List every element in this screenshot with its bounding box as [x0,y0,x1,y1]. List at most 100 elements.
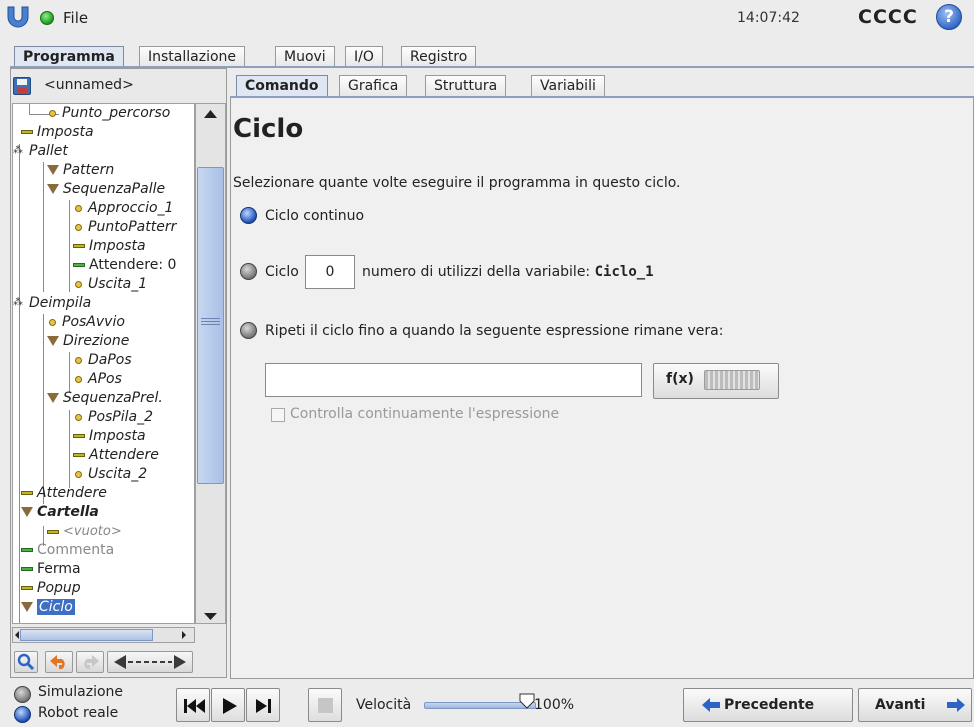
radio-expression[interactable] [240,322,257,339]
tab-installazione[interactable]: Installazione [139,46,246,68]
play-button[interactable] [211,688,245,722]
tree-node[interactable]: Attendere: 0 [73,256,176,275]
file-menu[interactable]: File [63,9,88,27]
continuous-check-checkbox[interactable] [271,408,285,422]
move-icon [114,655,186,669]
waypoint-icon [49,318,56,326]
tree-node[interactable]: Imposta [73,427,146,446]
tree-node[interactable]: SequenzaPrel. [47,389,163,408]
skip-back-icon [184,699,205,713]
tree-node[interactable]: PosAvvio [47,313,125,332]
radio-continuous[interactable] [240,207,257,224]
arrow-left-icon [702,698,720,712]
tree-node[interactable]: Direzione [47,332,129,351]
radio-expression-label: Ripeti il ciclo fino a quando la seguent… [265,323,724,339]
clock: 14:07:42 [737,10,800,26]
tree-node[interactable]: <vuoto> [47,522,122,541]
simulation-label: Simulazione [38,684,124,700]
folder-triangle-icon [21,507,33,517]
radio-continuous-label: Ciclo continuo [265,208,365,224]
speed-slider-knob-icon[interactable] [519,693,535,709]
tree-node[interactable]: Ferma [21,560,81,579]
previous-button[interactable]: Precedente [683,688,853,722]
tree-node[interactable]: SequenzaPalle [47,180,165,199]
save-icon[interactable] [13,77,31,95]
tab-io[interactable]: I/O [345,46,383,68]
popup-icon [21,586,33,590]
tree-node[interactable]: Cartella [21,503,99,522]
tree-node[interactable]: Approccio_1 [73,199,173,218]
tree-node[interactable]: PuntoPatterr [73,218,176,237]
tree-node[interactable]: Imposta [73,237,146,256]
redo-icon [84,655,99,669]
tree-node[interactable]: DaPos [73,351,132,370]
next-label: Avanti [875,697,926,713]
scroll-down-icon[interactable] [197,607,224,625]
tab-muovi[interactable]: Muovi [275,46,335,68]
sub-tabs-divider [230,96,974,98]
tree-node[interactable]: APos [73,370,122,389]
tree-node[interactable]: PosPila_2 [73,408,153,427]
stop-icon [318,698,333,713]
tab-comando[interactable]: Comando [236,75,328,97]
scroll-left-icon[interactable] [13,629,21,641]
tree-node[interactable]: Attendere [73,446,159,465]
set-icon [21,130,33,134]
folder-triangle-icon [21,602,33,612]
radio-simulation[interactable] [14,686,31,703]
wait-icon [73,453,85,457]
move-button[interactable] [107,651,193,673]
tab-grafica[interactable]: Grafica [339,75,408,97]
tree-node[interactable]: Punto_percorso [47,104,170,123]
stop-button[interactable] [308,688,342,722]
folder-triangle-icon [47,336,59,346]
wait-icon [21,491,33,495]
variable-name: Ciclo_1 [594,264,654,280]
speed-value: 100% [534,697,575,713]
skip-back-button[interactable] [176,688,210,722]
waypoint-icon [75,413,82,421]
expression-input[interactable] [265,363,642,397]
folder-triangle-icon [47,184,59,194]
hscroll-thumb[interactable] [20,629,153,641]
tree-node-selected[interactable]: Ciclo [21,598,75,617]
set-icon [73,244,85,248]
next-button[interactable]: Avanti [858,688,972,722]
waypoint-icon [49,109,56,117]
waypoint-icon [75,204,82,212]
folder-triangle-icon [47,165,59,175]
tree-node[interactable]: Pattern [47,161,114,180]
tree-node[interactable]: Popup [21,579,81,598]
tab-registro[interactable]: Registro [401,46,477,68]
radio-count-label: Ciclo [265,264,299,280]
radio-count[interactable] [240,263,257,280]
scroll-right-icon[interactable] [180,629,188,641]
redo-button[interactable] [76,651,104,673]
top-bar [0,0,974,34]
tab-struttura[interactable]: Struttura [425,75,507,97]
wait-icon [73,263,85,267]
tree-node[interactable]: Uscita_2 [73,465,147,484]
keyboard-icon [704,370,760,390]
tree-node[interactable]: Imposta [21,123,94,142]
undo-button[interactable] [45,651,73,673]
search-icon [17,653,35,671]
tree-node[interactable]: Commenta [21,541,114,560]
tab-variabili[interactable]: Variabili [531,75,605,97]
radio-real-robot[interactable] [14,706,31,723]
tree-node[interactable]: ⁂ Pallet [13,142,68,161]
tab-programma[interactable]: Programma [14,46,124,68]
search-button[interactable] [14,651,38,673]
tree-node[interactable]: Uscita_1 [73,275,147,294]
tree-node[interactable]: Attendere [21,484,107,503]
pallet-icon: ⁂ [13,145,23,156]
previous-label: Precedente [724,697,815,713]
loop-count-field[interactable]: 0 [305,255,355,289]
scroll-thumb[interactable] [197,167,224,484]
step-button[interactable] [246,688,280,722]
count-suffix-text: numero di utilizzi della variabile: [362,264,591,280]
scroll-up-icon[interactable] [197,104,224,124]
help-icon[interactable]: ? [936,4,962,30]
page-title: Ciclo [233,114,304,144]
tree-node[interactable]: ⁂ Deimpila [13,294,91,313]
